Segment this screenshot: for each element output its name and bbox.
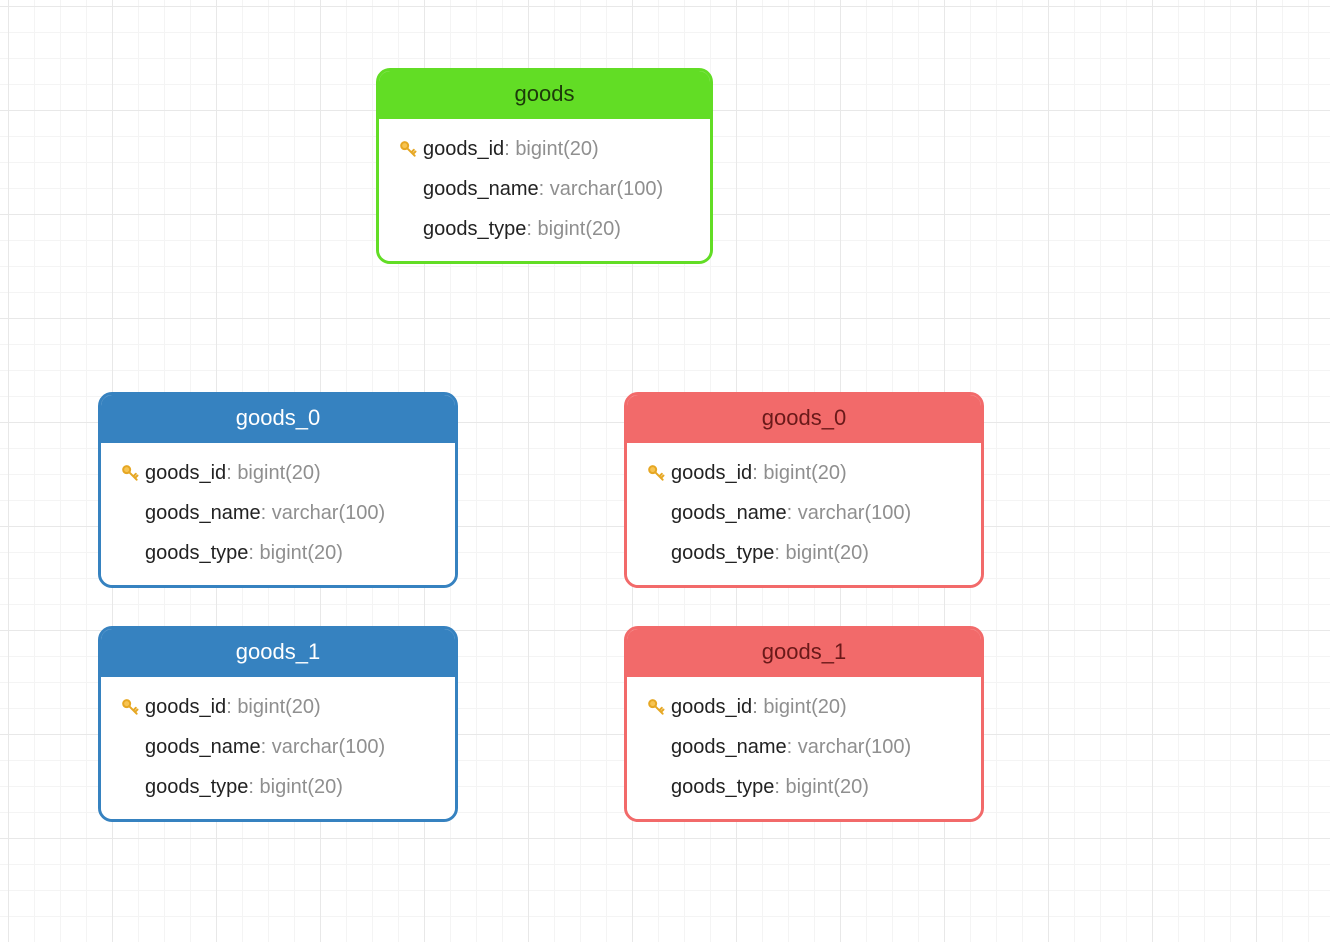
primary-key-icon [120, 697, 140, 717]
table-title: goods [379, 71, 710, 119]
table-column[interactable]: goods_name: varchar(100) [627, 727, 981, 767]
diagram-canvas[interactable]: goods goods_id: bigint(20) goods_name: v… [0, 0, 1330, 942]
table-goods-1-blue[interactable]: goods_1 goods_id: bigint(20) goods_name:… [98, 626, 458, 822]
primary-key-icon [646, 697, 666, 717]
column-name: goods_name [145, 502, 261, 524]
table-columns: goods_id: bigint(20) goods_name: varchar… [379, 119, 710, 261]
table-column[interactable]: goods_name: varchar(100) [101, 493, 455, 533]
table-column[interactable]: goods_type: bigint(20) [101, 767, 455, 807]
primary-key-icon [646, 463, 666, 483]
column-type: bigint(20) [515, 138, 598, 160]
column-name: goods_name [671, 502, 787, 524]
table-title: goods_0 [627, 395, 981, 443]
column-name: goods_id [671, 696, 752, 718]
table-title: goods_1 [627, 629, 981, 677]
column-name: goods_id [423, 138, 504, 160]
column-name: goods_name [145, 736, 261, 758]
table-column[interactable]: goods_id: bigint(20) [101, 687, 455, 727]
table-goods-1-red[interactable]: goods_1 goods_id: bigint(20) goods_name:… [624, 626, 984, 822]
column-type: bigint(20) [237, 696, 320, 718]
table-columns: goods_id: bigint(20) goods_name: varchar… [627, 443, 981, 585]
column-type: varchar(100) [550, 178, 663, 200]
column-name: goods_type [671, 542, 774, 564]
column-name: goods_type [145, 776, 248, 798]
column-name: goods_type [671, 776, 774, 798]
table-column[interactable]: goods_type: bigint(20) [101, 533, 455, 573]
table-column[interactable]: goods_id: bigint(20) [379, 129, 710, 169]
table-goods[interactable]: goods goods_id: bigint(20) goods_name: v… [376, 68, 713, 264]
table-column[interactable]: goods_id: bigint(20) [101, 453, 455, 493]
column-name: goods_id [145, 462, 226, 484]
table-column[interactable]: goods_id: bigint(20) [627, 453, 981, 493]
table-column[interactable]: goods_type: bigint(20) [379, 209, 710, 249]
table-column[interactable]: goods_name: varchar(100) [627, 493, 981, 533]
column-name: goods_name [423, 178, 539, 200]
table-column[interactable]: goods_type: bigint(20) [627, 767, 981, 807]
column-name: goods_type [145, 542, 248, 564]
column-name: goods_id [145, 696, 226, 718]
table-column[interactable]: goods_id: bigint(20) [627, 687, 981, 727]
column-type: bigint(20) [786, 776, 869, 798]
table-title: goods_0 [101, 395, 455, 443]
column-type: bigint(20) [763, 696, 846, 718]
primary-key-icon [120, 463, 140, 483]
column-type: varchar(100) [272, 736, 385, 758]
column-type: bigint(20) [763, 462, 846, 484]
column-name: goods_type [423, 218, 526, 240]
table-column[interactable]: goods_type: bigint(20) [627, 533, 981, 573]
column-type: varchar(100) [798, 502, 911, 524]
column-type: bigint(20) [786, 542, 869, 564]
table-columns: goods_id: bigint(20) goods_name: varchar… [101, 677, 455, 819]
table-goods-0-red[interactable]: goods_0 goods_id: bigint(20) goods_name:… [624, 392, 984, 588]
column-type: bigint(20) [260, 776, 343, 798]
primary-key-icon [398, 139, 418, 159]
table-column[interactable]: goods_name: varchar(100) [101, 727, 455, 767]
table-column[interactable]: goods_name: varchar(100) [379, 169, 710, 209]
column-type: bigint(20) [260, 542, 343, 564]
table-title: goods_1 [101, 629, 455, 677]
column-type: bigint(20) [237, 462, 320, 484]
column-name: goods_id [671, 462, 752, 484]
table-columns: goods_id: bigint(20) goods_name: varchar… [101, 443, 455, 585]
column-name: goods_name [671, 736, 787, 758]
column-type: varchar(100) [798, 736, 911, 758]
table-columns: goods_id: bigint(20) goods_name: varchar… [627, 677, 981, 819]
column-type: bigint(20) [538, 218, 621, 240]
column-type: varchar(100) [272, 502, 385, 524]
table-goods-0-blue[interactable]: goods_0 goods_id: bigint(20) goods_name:… [98, 392, 458, 588]
